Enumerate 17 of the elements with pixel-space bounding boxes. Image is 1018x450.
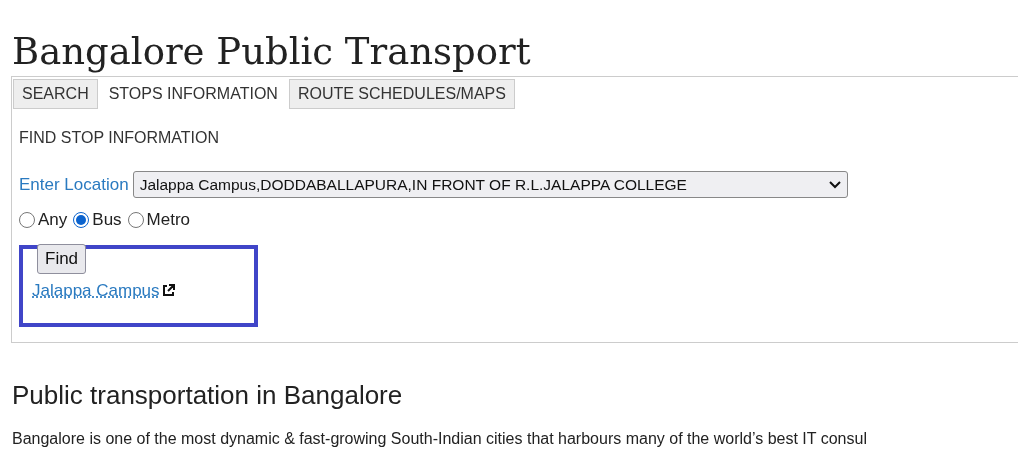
radio-label: Any [38,209,68,231]
location-select[interactable]: Jalappa Campus,DODDABALLAPURA,IN FRONT OF R.L.JALAPPA COLLEGE [132,171,848,198]
chevron-down-icon [828,180,841,189]
location-label: Enter Location [19,173,129,196]
radio-label: Metro [146,209,191,231]
article-paragraph: Bangalore is one of the most dynamic & fast-growing South-Indian cities that harbours many of the world’s best IT consul [12,429,868,449]
find-button[interactable]: Find [37,243,87,274]
external-link-icon [161,283,175,297]
tab[interactable]: ROUTE SCHEDULES/MAPS [288,79,515,109]
radio-button[interactable] [19,211,35,228]
section-heading: FIND STOP INFORMATION [19,128,220,146]
tab[interactable]: SEARCH [13,79,98,109]
radio-label: Bus [92,209,122,231]
article-heading: Public transportation in Bangalore [12,379,404,412]
result-link[interactable]: Jalappa Campus [32,277,160,303]
page-title: Bangalore Public Transport [12,29,532,75]
radio-button[interactable] [127,211,144,228]
